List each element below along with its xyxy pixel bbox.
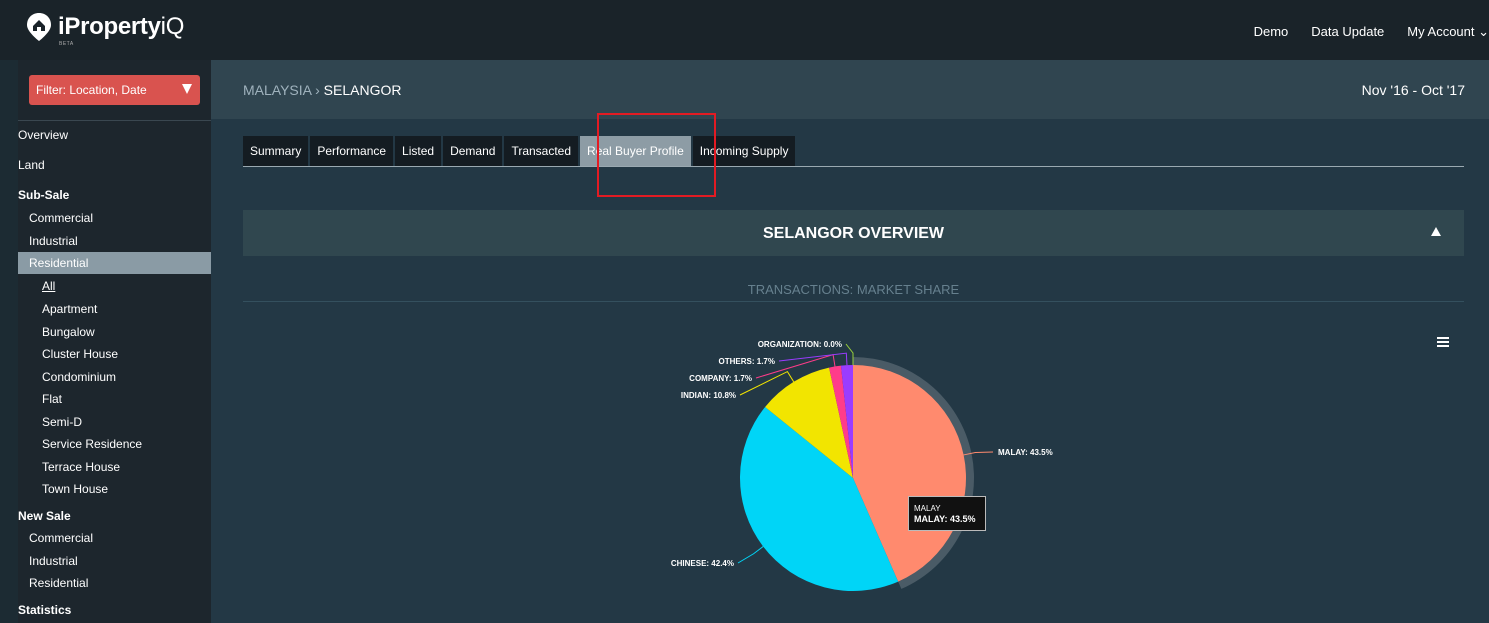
pie-label-others: OTHERS: 1.7%: [719, 357, 775, 366]
tooltip-value: MALAY: 43.5%: [914, 514, 976, 524]
pie-label-malay: MALAY: 43.5%: [998, 448, 1053, 457]
pie-label-company: COMPANY: 1.7%: [689, 374, 752, 383]
pie-chart: MALAY: 43.5% CHINESE: 42.4% INDIAN: 10.8% C…: [671, 340, 1053, 591]
pie-connector-others: [778, 352, 848, 366]
pie-label-chinese: CHINESE: 42.4%: [671, 559, 734, 568]
chart-tooltip: MALAY MALAY: 43.5%: [908, 496, 986, 531]
pie-label-organization: ORGANIZATION: 0.0%: [758, 340, 842, 349]
pie-connector-chinese: [737, 546, 764, 564]
pie-label-indian: INDIAN: 10.8%: [681, 391, 736, 400]
tooltip-title: MALAY: [914, 504, 941, 513]
